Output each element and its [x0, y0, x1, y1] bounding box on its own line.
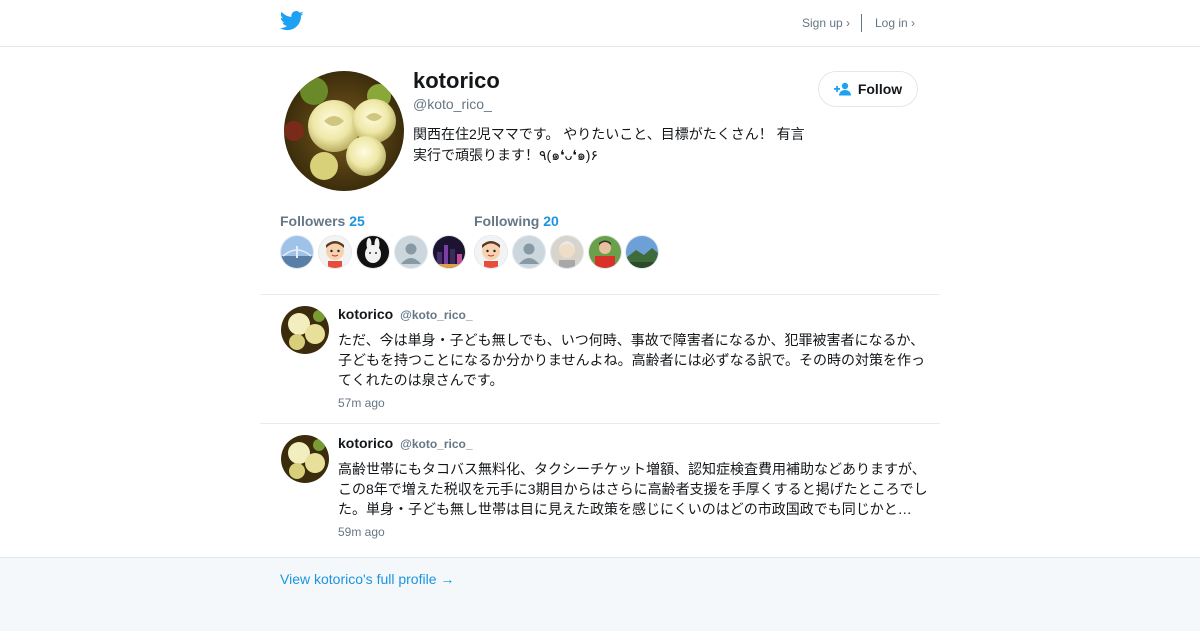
following-stat[interactable]: Following 20 [474, 213, 559, 229]
signup-link[interactable]: Sign up › [802, 16, 850, 30]
twitter-bird-icon[interactable] [280, 11, 304, 31]
followers-label: Followers [280, 213, 346, 229]
tweet-timestamp[interactable]: 57m ago [338, 396, 385, 410]
follower-avatar-night-city-photo[interactable] [433, 236, 465, 268]
footer: View kotorico's full profile → [0, 557, 1200, 631]
following-avatar-boy-cartoon[interactable] [475, 236, 507, 268]
followers-stat[interactable]: Followers 25 [280, 213, 365, 229]
tweet-divider [260, 423, 940, 424]
following-avatar-man-portrait[interactable] [551, 236, 583, 268]
follower-avatar-default[interactable] [395, 236, 427, 268]
follow-button-label: Follow [857, 81, 903, 97]
tweet-text: ただ、今は単身・子ども無しでも、いつ何時、事故で障害者になるか、犯罪被害者になる… [338, 332, 926, 388]
tweet-author-handle: @koto_rico_ [400, 437, 473, 451]
following-label: Following [474, 213, 540, 229]
tweet-divider [260, 294, 940, 295]
profile-bio: 関西在住2児ママです。 やりたいこと、目標がたくさん！ 有言実行で頑張ります！٩… [413, 126, 805, 163]
tweet-timestamp[interactable]: 59m ago [338, 525, 385, 539]
profile-handle: @koto_rico_ [413, 96, 492, 112]
followers-count: 25 [349, 213, 365, 229]
add-user-icon [833, 82, 851, 96]
following-avatar-man-red-shirt[interactable] [589, 236, 621, 268]
follower-avatar-bridge-photo[interactable] [281, 236, 313, 268]
tweet-author-avatar[interactable] [281, 306, 329, 354]
tweet-text: 高齢世帯にもタコバス無料化、タクシーチケット増額、認知症検査費用補助などあります… [338, 461, 928, 517]
tweet-author-name: kotorico [338, 306, 394, 322]
profile-avatar[interactable] [284, 71, 404, 191]
view-full-profile-link[interactable]: View kotorico's full profile → [280, 571, 454, 587]
tweet-item[interactable]: kotorico @koto_rico_ 高齢世帯にもタコバス無料化、タクシーチ… [280, 435, 930, 545]
profile-display-name: kotorico [413, 68, 500, 93]
following-avatar-default[interactable] [513, 236, 545, 268]
follow-button[interactable]: Follow [818, 71, 918, 107]
nav-divider [861, 14, 862, 32]
tweet-author-name: kotorico [338, 435, 394, 451]
tweet-author-handle: @koto_rico_ [400, 308, 473, 322]
following-count: 20 [543, 213, 559, 229]
login-link[interactable]: Log in › [875, 16, 915, 30]
tweet-author[interactable]: kotorico @koto_rico_ [338, 306, 473, 322]
follower-avatar-boy-cartoon[interactable] [319, 236, 351, 268]
tweet-author-avatar[interactable] [281, 435, 329, 483]
top-bar: Sign up › Log in › [0, 0, 1200, 47]
tweet-author[interactable]: kotorico @koto_rico_ [338, 435, 473, 451]
following-avatar-landscape-photo[interactable] [626, 236, 658, 268]
follower-avatar-rabbit-photo[interactable] [357, 236, 389, 268]
tweet-item[interactable]: kotorico @koto_rico_ ただ、今は単身・子ども無しでも、いつ何… [280, 306, 930, 416]
